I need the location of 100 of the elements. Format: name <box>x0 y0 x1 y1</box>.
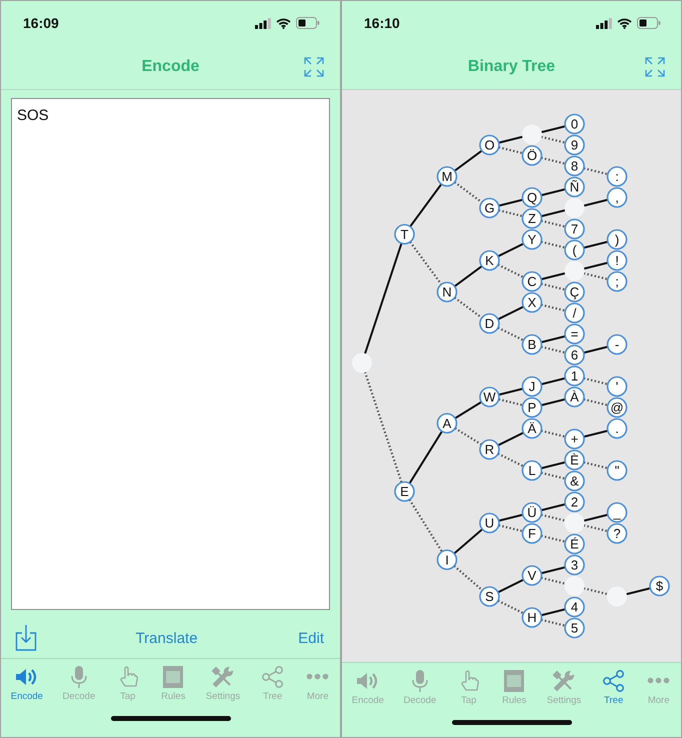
solid-branch-line <box>583 240 608 249</box>
morse-node[interactable]: ; <box>606 271 628 292</box>
morse-node[interactable]: = <box>564 324 585 344</box>
expand-icon[interactable] <box>645 57 665 77</box>
solid-branch-line <box>454 528 483 554</box>
download-button[interactable] <box>15 624 37 652</box>
morse-node[interactable]: Ü <box>522 502 542 523</box>
morse-node[interactable]: 3 <box>564 554 585 576</box>
morse-node[interactable]: O <box>479 134 500 156</box>
dotted-branch-line <box>540 240 566 249</box>
dotted-branch-line <box>454 181 483 204</box>
solid-branch-line <box>540 272 566 280</box>
dotted-branch-line <box>498 600 524 614</box>
dotted-branch-line <box>540 220 566 228</box>
expand-icon[interactable] <box>304 57 324 77</box>
morse-node[interactable]: Ä <box>522 418 542 439</box>
morse-node[interactable]: 5 <box>564 618 585 638</box>
solid-branch-line <box>626 587 651 596</box>
morse-node[interactable]: Y <box>522 229 542 250</box>
morse-node[interactable]: Ç <box>564 282 585 302</box>
morse-node[interactable]: . <box>606 418 628 439</box>
morse-node[interactable]: D <box>479 313 500 334</box>
solid-branch-line <box>540 398 566 406</box>
morse-node[interactable]: E <box>394 481 415 502</box>
morse-node[interactable]: 6 <box>564 344 585 366</box>
screen-title: Encode <box>142 58 200 76</box>
morse-node[interactable]: L <box>522 460 542 481</box>
morse-node[interactable]: G <box>479 198 500 218</box>
morse-node[interactable]: A <box>436 412 458 434</box>
morse-node[interactable]: C <box>522 271 542 292</box>
morse-node[interactable]: / <box>564 302 585 324</box>
dotted-branch-line <box>454 427 482 446</box>
morse-node[interactable]: ? <box>606 523 628 544</box>
morse-node[interactable]: ' <box>606 376 628 397</box>
solid-branch-line <box>498 306 524 320</box>
morse-node[interactable]: ! <box>606 250 628 271</box>
solid-branch-line <box>408 430 443 484</box>
dotted-branch-line <box>453 565 484 592</box>
morse-node[interactable]: V <box>522 565 542 586</box>
morse-node[interactable]: " <box>606 460 628 481</box>
message-text-area[interactable]: SOS <box>11 98 330 610</box>
morse-node[interactable]: 8 <box>564 156 585 176</box>
morse-node[interactable]: I <box>436 549 458 570</box>
morse-node[interactable]: F <box>522 523 542 544</box>
morse-node[interactable]: M <box>436 166 458 187</box>
morse-node[interactable]: 0 <box>564 114 585 134</box>
morse-node[interactable]: X <box>522 292 542 313</box>
battery-icon <box>637 17 661 29</box>
dotted-branch-line <box>583 461 608 470</box>
morse-node[interactable]: T <box>394 224 415 245</box>
morse-node[interactable]: Ö <box>522 145 542 166</box>
morse-node[interactable]: 1 <box>564 366 585 386</box>
morse-node[interactable]: 9 <box>564 134 585 156</box>
empty-node <box>564 513 584 533</box>
tools-icon <box>550 669 577 693</box>
dotted-branch-line <box>498 398 524 406</box>
morse-node[interactable]: @ <box>606 397 628 418</box>
dotted-branch-line <box>540 514 566 522</box>
morse-node[interactable]: B <box>522 334 542 355</box>
solid-branch-line <box>454 265 482 288</box>
morse-node[interactable]: K <box>479 250 500 271</box>
wifi-icon <box>276 18 291 28</box>
morse-node[interactable]: Ñ <box>564 176 585 198</box>
solid-branch-line <box>540 188 566 196</box>
morse-node[interactable]: R <box>479 439 500 460</box>
morse-node[interactable]: 2 <box>564 492 585 512</box>
battery-icon <box>296 17 320 29</box>
wifi-icon <box>617 18 632 28</box>
morse-node[interactable]: ) <box>606 229 628 250</box>
solid-branch-line <box>583 346 608 354</box>
morse-node[interactable]: À <box>564 386 585 408</box>
morse-node[interactable]: É <box>564 534 585 554</box>
morse-node[interactable]: _ <box>606 502 628 523</box>
morse-node[interactable]: È <box>564 450 585 470</box>
morse-node[interactable]: J <box>522 376 542 397</box>
morse-node[interactable]: ( <box>564 240 585 260</box>
dotted-branch-line <box>409 241 442 285</box>
morse-node[interactable]: $ <box>649 576 670 596</box>
morse-node[interactable]: Q <box>522 187 542 208</box>
morse-node[interactable]: & <box>564 470 585 492</box>
morse-node[interactable]: + <box>564 428 585 450</box>
morse-node[interactable]: S <box>479 586 500 607</box>
dotted-branch-line <box>540 346 566 354</box>
morse-node[interactable]: W <box>479 386 500 408</box>
morse-node[interactable]: - <box>606 334 628 355</box>
morse-node[interactable]: Z <box>522 208 542 229</box>
solid-branch-line <box>454 401 482 420</box>
status-time: 16:10 <box>364 15 400 31</box>
dotted-branch-line <box>540 534 566 543</box>
morse-node[interactable]: 4 <box>564 596 585 618</box>
morse-node[interactable]: , <box>606 187 628 208</box>
dotted-branch-line <box>540 282 566 291</box>
morse-node[interactable]: H <box>522 607 542 628</box>
morse-node[interactable]: N <box>436 282 458 302</box>
morse-node[interactable]: 7 <box>564 218 585 240</box>
morse-node[interactable]: U <box>479 512 500 534</box>
morse-node[interactable]: P <box>522 397 542 418</box>
dotted-branch-line <box>498 452 524 468</box>
morse-node[interactable]: : <box>606 166 628 187</box>
solid-branch-line <box>540 125 566 134</box>
